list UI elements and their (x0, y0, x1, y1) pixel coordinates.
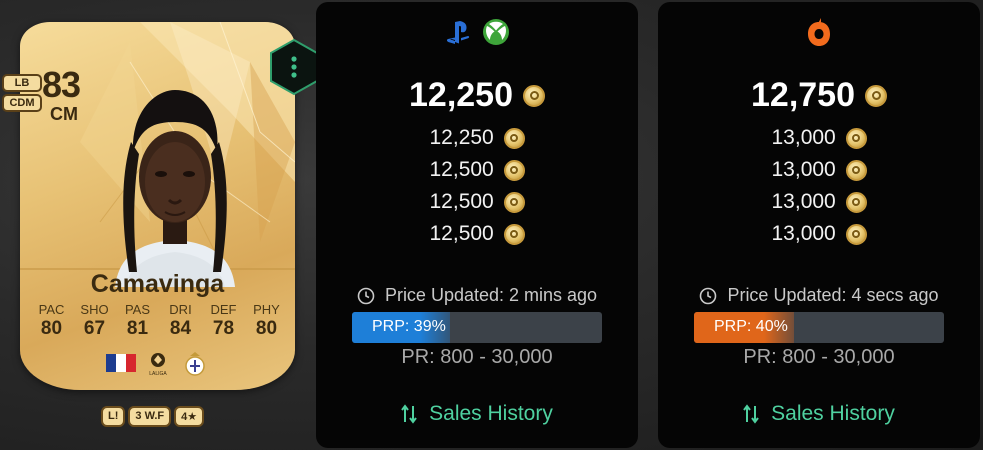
price-value: 12,500 (429, 190, 494, 213)
price-row: 12,500 (430, 190, 525, 214)
stat-label: PHY (253, 302, 280, 317)
prp-progress-bar: PRP: 39% (352, 312, 602, 343)
sales-history-button[interactable]: Sales History (316, 402, 638, 426)
league-text: LALIGA (149, 371, 167, 377)
platform-icons (658, 18, 980, 48)
price-updated-text: Price Updated: 4 secs ago (727, 285, 939, 305)
player-rating: 83 (42, 64, 81, 105)
alt-position-badge: LB (2, 74, 42, 92)
stat-value: 81 (126, 318, 149, 339)
prp-progress-bar: PRP: 40% (694, 312, 944, 343)
price-updated: Price Updated: 4 secs ago (658, 285, 980, 306)
stat-phy: PHY 80 (245, 302, 288, 340)
price-value: 12,500 (429, 158, 494, 181)
stat-label: DEF (210, 302, 237, 317)
stat-pas: PAS 81 (116, 302, 159, 340)
stat-value: 78 (212, 318, 235, 339)
price-list: 12,250 12,500 12,500 12,500 (316, 126, 638, 246)
main-price: 12,750 (658, 76, 980, 115)
xbox-icon (483, 19, 509, 45)
skill-chip: L! (101, 406, 126, 427)
vertical-dots-icon (291, 56, 297, 78)
laliga-logo-icon: LALIGA (149, 353, 167, 377)
stat-value: 67 (83, 318, 106, 339)
sort-arrows-icon (401, 404, 417, 424)
sort-arrows-icon (743, 404, 759, 424)
main-price-value: 12,750 (751, 76, 855, 114)
stat-label: DRI (169, 302, 192, 317)
skill-moves-chip: 4★ (174, 406, 205, 427)
stat-value: 84 (169, 318, 192, 339)
main-price: 12,250 (316, 76, 638, 115)
player-card-area: LB CDM 83 CM Camavinga PAC 80 SHO 67 PAS… (0, 20, 318, 427)
stat-value: 80 (40, 318, 63, 339)
coin-icon (845, 127, 867, 149)
coin-icon (503, 191, 525, 213)
stat-label: SHO (80, 302, 109, 317)
player-badges: LALIGA (98, 350, 248, 380)
price-updated-text: Price Updated: 2 mins ago (384, 285, 598, 305)
price-row: 12,250 (430, 126, 525, 150)
coin-icon (845, 159, 867, 181)
coin-icon (503, 127, 525, 149)
price-value: 13,000 (771, 222, 836, 245)
price-value: 12,500 (429, 222, 494, 245)
stat-value: 80 (255, 318, 278, 339)
console-price-panel: 12,250 12,250 12,500 12,500 12,500 Price… (316, 2, 638, 448)
sales-history-label: Sales History (429, 402, 553, 425)
player-chips: L! 3 W.F 4★ (101, 406, 205, 427)
price-row: 12,500 (430, 158, 525, 182)
main-price-value: 12,250 (409, 76, 513, 114)
platform-icons (316, 18, 638, 48)
price-row: 13,000 (772, 158, 867, 182)
price-value: 13,000 (771, 190, 836, 213)
price-updated: Price Updated: 2 mins ago (316, 285, 638, 306)
player-portrait (115, 90, 235, 287)
weak-foot-chip: 3 W.F (128, 406, 172, 427)
alternate-positions: LB CDM (2, 74, 42, 112)
sales-history-button[interactable]: Sales History (658, 402, 980, 426)
price-list: 13,000 13,000 13,000 13,000 (658, 126, 980, 246)
prp-label: PRP: 40% (714, 318, 788, 335)
price-row: 12,500 (430, 222, 525, 246)
playstation-icon (446, 21, 470, 44)
stat-label: PAS (124, 302, 151, 317)
coin-icon (845, 223, 867, 245)
price-row: 13,000 (772, 126, 867, 150)
stat-sho: SHO 67 (73, 302, 116, 340)
options-menu-button[interactable] (268, 38, 320, 96)
coin-icon (523, 84, 545, 107)
price-value: 13,000 (771, 158, 836, 181)
coin-icon (845, 191, 867, 213)
player-position: CM (50, 104, 78, 124)
price-value: 12,250 (429, 126, 494, 149)
price-range: PR: 800 - 30,000 (743, 346, 895, 368)
price-value: 13,000 (771, 126, 836, 149)
clock-icon (700, 287, 717, 304)
coin-icon (503, 223, 525, 245)
price-row: 13,000 (772, 190, 867, 214)
player-name: Camavinga (90, 270, 225, 298)
player-stats: PAC 80 SHO 67 PAS 81 DRI 84 DEF 78 PHY 8… (30, 302, 288, 340)
origin-icon (808, 18, 830, 46)
alt-position-badge: CDM (2, 94, 42, 112)
coin-icon (503, 159, 525, 181)
stat-def: DEF 78 (202, 302, 245, 340)
france-flag-icon (106, 354, 136, 372)
prp-label: PRP: 39% (372, 318, 446, 335)
pc-price-panel: 12,750 13,000 13,000 13,000 13,000 Price… (658, 2, 980, 448)
stat-dri: DRI 84 (159, 302, 202, 340)
sales-history-label: Sales History (771, 402, 895, 425)
price-row: 13,000 (772, 222, 867, 246)
price-range: PR: 800 - 30,000 (401, 346, 553, 368)
clock-icon (357, 287, 375, 304)
stat-pac: PAC 80 (30, 302, 73, 340)
coin-icon (865, 84, 887, 107)
real-madrid-crest-icon (185, 352, 205, 376)
stat-label: PAC (38, 302, 65, 317)
